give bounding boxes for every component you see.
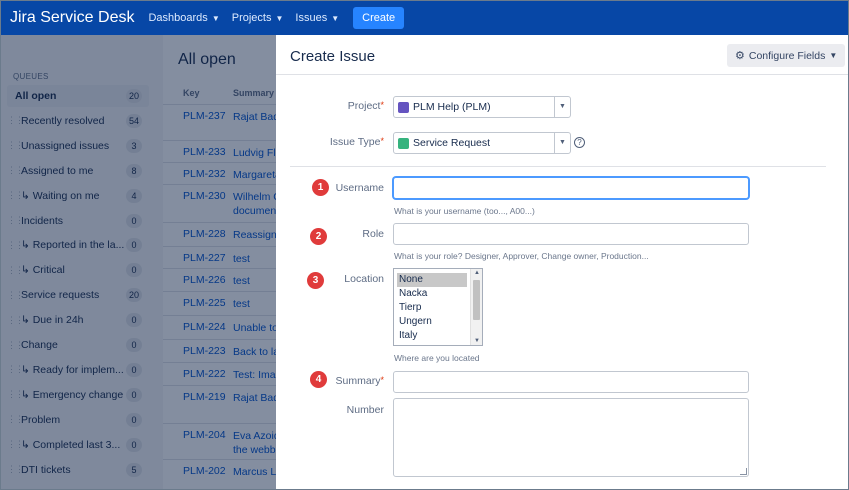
required-marker: * (380, 136, 384, 146)
location-hint: Where are you located (394, 353, 480, 363)
chevron-down-icon: ▼ (554, 97, 570, 117)
project-avatar-icon (398, 101, 409, 113)
chevron-down-icon: ▼ (829, 51, 838, 60)
form-divider (290, 166, 826, 167)
summary-label-text: Summary (335, 375, 381, 387)
top-navigation: Jira Service Desk Dashboards ▼ Projects ▼ … (1, 1, 848, 35)
number-label: Number (346, 404, 384, 416)
role-label: Role (362, 228, 384, 240)
issue-type-value: Service Request (413, 137, 491, 149)
resize-grip-icon[interactable] (740, 468, 747, 475)
app-frame: Jira Service Desk Dashboards ▼ Projects ▼ … (0, 0, 849, 490)
listbox-scrollbar[interactable]: ▲ ▼ (470, 269, 482, 345)
service-request-icon (398, 137, 409, 149)
configure-fields-label: Configure Fields (748, 49, 826, 62)
role-hint: What is your role? Designer, Approver, C… (394, 251, 649, 261)
dialog-title: Create Issue (290, 48, 376, 65)
role-input[interactable] (393, 223, 749, 245)
location-option[interactable]: Ungern (397, 315, 467, 329)
nav-issues-label: Issues (295, 12, 328, 24)
summary-input[interactable] (393, 371, 749, 393)
configure-fields-button[interactable]: ⚙ Configure Fields ▼ (727, 44, 846, 67)
username-input[interactable] (393, 177, 749, 199)
project-label-text: Project (347, 100, 381, 112)
location-option[interactable]: Tierp (397, 301, 467, 315)
required-marker: * (380, 100, 384, 110)
app-logo[interactable]: Jira Service Desk (10, 9, 134, 27)
scroll-down-arrow-icon[interactable]: ▼ (471, 338, 483, 344)
nav-dashboards[interactable]: Dashboards ▼ (148, 12, 219, 24)
required-marker: * (380, 375, 384, 385)
nav-dashboards-label: Dashboards (148, 12, 208, 24)
nav-projects-label: Projects (231, 12, 272, 24)
scrollbar-thumb[interactable] (473, 280, 480, 320)
dialog-header: Create Issue ⚙ Configure Fields ▼ (276, 35, 848, 75)
nav-projects[interactable]: Projects ▼ (232, 12, 284, 24)
gear-icon: ⚙ (735, 50, 745, 62)
project-label: Project* (276, 100, 384, 112)
location-listbox[interactable]: None Nacka Tierp Ungern Italy ▲ ▼ (393, 268, 483, 346)
help-icon[interactable]: ? (574, 137, 585, 148)
create-button[interactable]: Create (353, 7, 405, 29)
location-option[interactable]: Italy (397, 329, 467, 343)
location-label: Location (344, 273, 384, 285)
issue-type-select[interactable]: Service Request ▼ (393, 132, 571, 154)
summary-label: Summary* (276, 375, 384, 387)
location-option[interactable]: None (397, 273, 467, 287)
nav-issues[interactable]: Issues ▼ (295, 12, 339, 24)
project-value: PLM Help (PLM) (413, 101, 491, 113)
create-issue-dialog: Create Issue ⚙ Configure Fields ▼ Projec… (276, 35, 848, 489)
project-select[interactable]: PLM Help (PLM) ▼ (393, 96, 571, 118)
scroll-up-arrow-icon[interactable]: ▲ (471, 270, 483, 276)
issue-type-label-text: Issue Type (329, 136, 381, 148)
chevron-down-icon: ▼ (554, 133, 570, 153)
chevron-down-icon: ▼ (275, 13, 284, 23)
issue-type-label: Issue Type* (276, 136, 384, 148)
chevron-down-icon: ▼ (331, 13, 340, 23)
number-textarea[interactable] (393, 398, 749, 477)
chevron-down-icon: ▼ (211, 13, 220, 23)
username-hint: What is your username (too..., A00...) (394, 206, 535, 216)
location-option[interactable]: Nacka (397, 287, 467, 301)
username-label: Username (335, 182, 384, 194)
